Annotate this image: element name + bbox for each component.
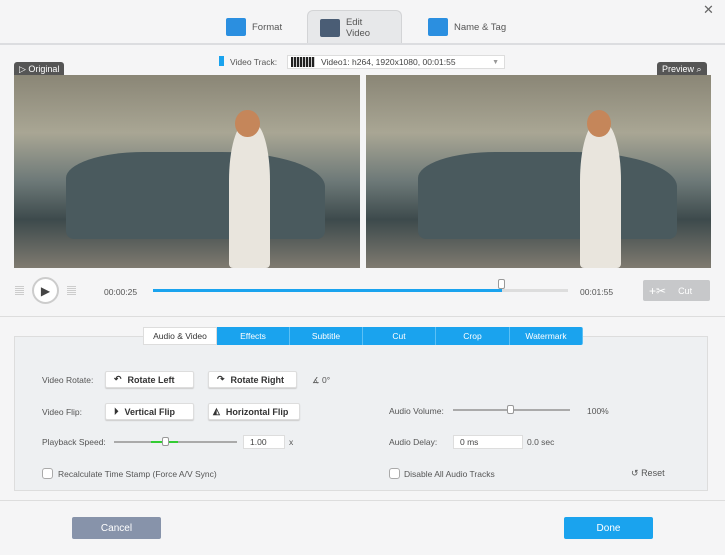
rotate-right-icon: ↷ [217,374,225,384]
rotate-left-label: Rotate Left [127,374,175,385]
format-icon [226,18,246,36]
disable-audio-checkbox[interactable] [389,468,400,479]
done-button[interactable]: Done [564,517,653,539]
close-icon[interactable]: ✕ [703,2,714,18]
volume-label: Audio Volume: [389,406,444,416]
play-button[interactable]: ▶ [32,277,59,304]
search-icon: ⌕ [696,64,702,74]
film-thumbnail-icon [291,57,315,67]
edit-video-icon [320,18,340,37]
tab-label: Name & Tag [454,21,507,33]
divider [0,316,725,317]
vertical-flip-icon: ⏵ [114,406,119,416]
total-time: 00:01:55 [580,287,614,297]
panel-tab-effects[interactable]: Effects [217,327,290,345]
horizontal-flip-icon: ◭ [213,406,220,416]
panel-tab-watermark[interactable]: Watermark [510,327,583,345]
reset-label: Reset [641,468,665,478]
volume-slider-handle[interactable] [507,405,514,414]
scissors-icon: +✂ [649,283,667,298]
timeline-slider[interactable] [153,289,568,292]
speed-slider[interactable] [114,441,237,443]
speed-value: 1.00 [250,437,267,447]
vertical-flip-label: Vertical Flip [124,406,176,417]
vertical-flip-button[interactable]: ⏵ Vertical Flip [105,403,194,420]
angle-value: 0° [321,375,331,385]
recalculate-checkbox[interactable] [42,468,53,479]
volume-value: 100% [587,406,609,416]
rotate-right-button[interactable]: ↷ Rotate Right [208,371,297,388]
delay-value: 0 ms [460,437,479,447]
preview-label-text: Preview [662,64,695,74]
divider [0,500,725,501]
reset-icon: ↺ [631,468,639,478]
speed-slider-handle[interactable] [162,437,169,446]
video-track-icon [219,56,224,66]
rotate-right-label: Rotate Right [230,374,285,385]
cancel-button[interactable]: Cancel [72,517,161,539]
reset-button[interactable]: ↺ Reset [631,468,665,479]
horizontal-flip-button[interactable]: ◭ Horizontal Flip [208,403,300,420]
delay-label: Audio Delay: [389,437,438,447]
timeline-handle[interactable] [497,279,505,289]
disable-audio-label: Disable All Audio Tracks [404,469,495,479]
current-time: 00:00:25 [104,287,138,297]
cut-label: Cut [678,285,693,296]
tab-label: Edit Video [345,16,371,39]
panel-tab-crop[interactable]: Crop [436,327,510,345]
video-track-label: Video Track: [230,57,278,67]
tab-label: Format [252,21,283,33]
video-track-select[interactable]: Video1: h264, 1920x1080, 00:01:55 ▼ [287,55,505,69]
speed-label: Playback Speed: [42,437,106,447]
recalculate-label: Recalculate Time Stamp (Force A/V Sync) [58,469,217,479]
horizontal-flip-label: Horizontal Flip [225,406,289,417]
preview-video [366,75,711,268]
rotate-left-button[interactable]: ↶ Rotate Left [105,371,194,388]
delay-seconds: 0.0 sec [527,437,555,447]
chevron-down-icon: ▼ [492,58,499,66]
prev-frame-icon[interactable] [15,285,24,295]
name-tag-icon [428,18,448,36]
original-video [14,75,360,268]
speed-unit: x [289,437,294,447]
speed-input[interactable]: 1.00 [243,435,285,449]
tab-format[interactable]: Format [214,10,294,44]
panel-tab-audio-video[interactable]: Audio & Video [143,327,217,345]
tab-edit-video[interactable]: Edit Video [307,10,402,44]
panel-tab-cut[interactable]: Cut [363,327,436,345]
panel-tab-subtitle[interactable]: Subtitle [290,327,363,345]
cut-button[interactable]: +✂ Cut [643,280,710,301]
play-icon: ▶ [40,283,51,298]
divider [0,43,725,45]
video-track-value: Video1: h264, 1920x1080, 00:01:55 [321,57,456,67]
flip-label: Video Flip: [42,407,83,417]
original-label-text: Original [28,64,60,74]
angle-display: ∡ 0° [312,375,331,385]
tab-name-tag[interactable]: Name & Tag [416,10,518,44]
delay-input[interactable]: 0 ms [453,435,523,449]
next-frame-icon[interactable] [67,285,76,295]
rotate-left-icon: ↶ [114,374,122,384]
rotate-label: Video Rotate: [42,375,94,385]
